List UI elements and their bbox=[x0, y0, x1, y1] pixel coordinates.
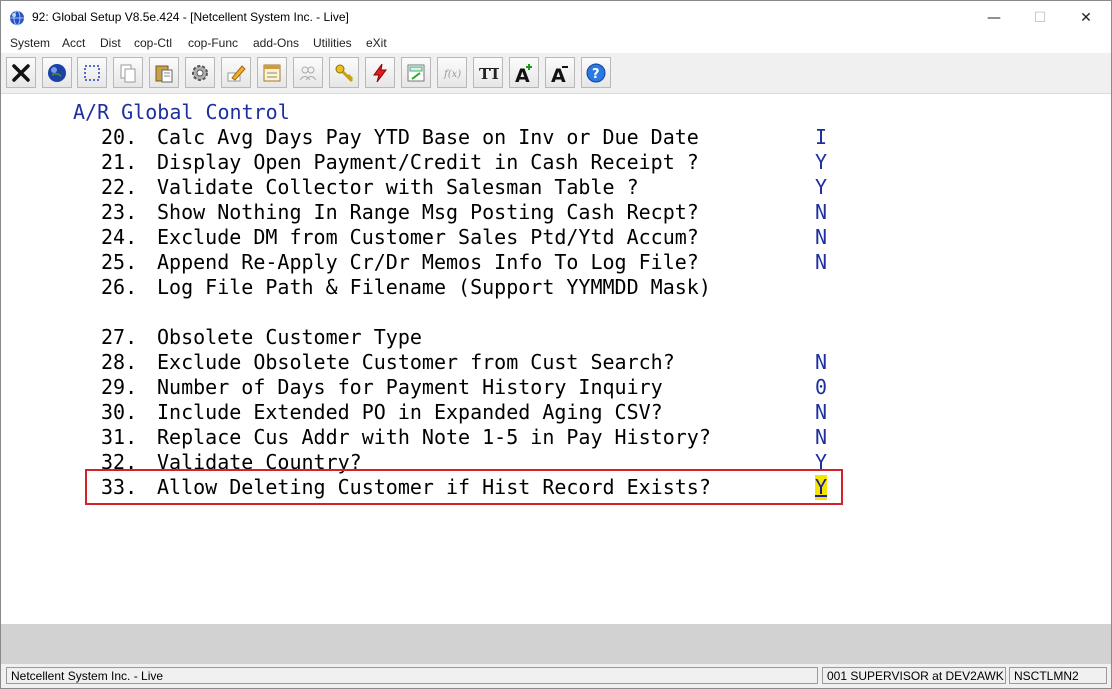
option-number: 29. bbox=[101, 375, 138, 399]
menu-exit[interactable]: eXit bbox=[366, 36, 387, 50]
select-button[interactable] bbox=[77, 57, 107, 88]
option-number: 26. bbox=[101, 275, 138, 299]
lightning-button[interactable] bbox=[365, 57, 395, 88]
option-label: Calc Avg Days Pay YTD Base on Inv or Due… bbox=[157, 125, 699, 149]
settings-button[interactable] bbox=[185, 57, 215, 88]
key-button[interactable] bbox=[329, 57, 359, 88]
option-number: 30. bbox=[101, 400, 138, 424]
users-button[interactable] bbox=[293, 57, 323, 88]
option-number: 23. bbox=[101, 200, 138, 224]
option-label: Exclude Obsolete Customer from Cust Sear… bbox=[157, 350, 675, 374]
function-icon: f(x) bbox=[443, 69, 461, 80]
app-window: 92: Global Setup V8.5e.424 - [Netcellent… bbox=[0, 0, 1112, 689]
option-value-field[interactable]: N bbox=[815, 200, 827, 225]
svg-text:f(x): f(x) bbox=[443, 69, 461, 80]
option-value-field[interactable]: N bbox=[815, 225, 827, 250]
screen-area: A/R Global Control 20. Calc Avg Days Pay … bbox=[1, 94, 1111, 624]
option-label: Show Nothing In Range Msg Posting Cash R… bbox=[157, 200, 699, 224]
option-value-field[interactable]: Y bbox=[815, 150, 827, 175]
edit-button[interactable] bbox=[221, 57, 251, 88]
svg-text:?: ? bbox=[592, 67, 600, 82]
option-value-field[interactable]: 0 bbox=[815, 375, 827, 400]
option-label: Include Extended PO in Expanded Aging CS… bbox=[157, 400, 663, 424]
font-increase-icon: A bbox=[515, 63, 532, 84]
svg-text:TT: TT bbox=[479, 65, 499, 83]
app-globe-icon bbox=[10, 10, 24, 26]
menu-bar: System Acct Dist cop-Ctl cop-Func add-On… bbox=[1, 34, 1111, 53]
settings-icon bbox=[192, 64, 208, 81]
calculator-icon bbox=[407, 64, 425, 81]
copy-icon bbox=[120, 64, 136, 82]
option-label: Validate Collector with Salesman Table ? bbox=[157, 175, 639, 199]
paste-icon bbox=[155, 65, 173, 82]
select-icon bbox=[84, 64, 100, 81]
option-value-field[interactable]: N bbox=[815, 350, 827, 375]
paste-button[interactable] bbox=[149, 57, 179, 88]
option-value-field[interactable]: Y bbox=[815, 175, 827, 200]
highlight-frame bbox=[85, 469, 843, 505]
option-label: Replace Cus Addr with Note 1-5 in Pay Hi… bbox=[157, 425, 711, 449]
title-bar: 92: Global Setup V8.5e.424 - [Netcellent… bbox=[1, 1, 1111, 34]
option-label: Number of Days for Payment History Inqui… bbox=[157, 375, 663, 399]
font-type-icon: TT bbox=[479, 65, 499, 83]
option-value-field[interactable]: N bbox=[815, 425, 827, 450]
option-label: Log File Path & Filename (Support YYMMDD… bbox=[157, 275, 711, 299]
status-company: Netcellent System Inc. - Live bbox=[6, 667, 818, 684]
option-number: 20. bbox=[101, 125, 138, 149]
screen-title: A/R Global Control bbox=[73, 100, 290, 124]
option-number: 25. bbox=[101, 250, 138, 274]
option-number: 27. bbox=[101, 325, 138, 349]
help-icon: ? bbox=[586, 63, 606, 82]
help-button[interactable]: ? bbox=[581, 57, 611, 88]
exit-icon bbox=[12, 63, 30, 82]
close-button[interactable]: ✕ bbox=[1063, 1, 1109, 34]
message-panel bbox=[1, 624, 1111, 664]
users-icon bbox=[299, 66, 317, 80]
option-value-field[interactable]: N bbox=[815, 250, 827, 275]
option-label: Exclude DM from Customer Sales Ptd/Ytd A… bbox=[157, 225, 699, 249]
function-button[interactable]: f(x) bbox=[437, 57, 467, 88]
font-increase-button[interactable]: A bbox=[509, 57, 539, 88]
toolbar: f(x) TT A A ? bbox=[1, 53, 1111, 94]
menu-utilities[interactable]: Utilities bbox=[313, 36, 352, 50]
form-button[interactable] bbox=[257, 57, 287, 88]
copy-button[interactable] bbox=[113, 57, 143, 88]
menu-acct[interactable]: Acct bbox=[62, 36, 85, 50]
exit-button[interactable] bbox=[6, 57, 36, 88]
font-decrease-button[interactable]: A bbox=[545, 57, 575, 88]
font-type-button[interactable]: TT bbox=[473, 57, 503, 88]
option-number: 22. bbox=[101, 175, 138, 199]
key-icon bbox=[335, 64, 354, 82]
calculator-button[interactable] bbox=[401, 57, 431, 88]
option-label: Obsolete Customer Type bbox=[157, 325, 422, 349]
option-value-field[interactable]: I bbox=[815, 125, 827, 150]
minimize-button[interactable]: — bbox=[971, 1, 1017, 34]
menu-system[interactable]: System bbox=[10, 36, 50, 50]
option-label: Append Re-Apply Cr/Dr Memos Info To Log … bbox=[157, 250, 699, 274]
edit-icon bbox=[227, 64, 246, 81]
maximize-button[interactable]: ☐ bbox=[1017, 1, 1063, 34]
menu-add-ons[interactable]: add-Ons bbox=[253, 36, 299, 50]
lightning-icon bbox=[373, 63, 387, 82]
status-user: 001 SUPERVISOR at DEV2AWK bbox=[822, 667, 1006, 684]
form-icon bbox=[263, 64, 281, 81]
status-terminal: NSCTLMN2 bbox=[1009, 667, 1107, 684]
menu-dist[interactable]: Dist bbox=[100, 36, 121, 50]
option-number: 21. bbox=[101, 150, 138, 174]
option-value-field[interactable]: N bbox=[815, 400, 827, 425]
option-label: Display Open Payment/Credit in Cash Rece… bbox=[157, 150, 699, 174]
option-number: 28. bbox=[101, 350, 138, 374]
font-decrease-icon: A bbox=[551, 65, 568, 84]
window-title: 92: Global Setup V8.5e.424 - [Netcellent… bbox=[32, 10, 349, 24]
option-number: 24. bbox=[101, 225, 138, 249]
option-number: 31. bbox=[101, 425, 138, 449]
globe-icon bbox=[48, 63, 66, 82]
menu-cop-func[interactable]: cop-Func bbox=[188, 36, 238, 50]
globe-button[interactable] bbox=[42, 57, 72, 88]
menu-cop-ctl[interactable]: cop-Ctl bbox=[134, 36, 172, 50]
status-bar: Netcellent System Inc. - Live 001 SUPERV… bbox=[1, 664, 1111, 688]
